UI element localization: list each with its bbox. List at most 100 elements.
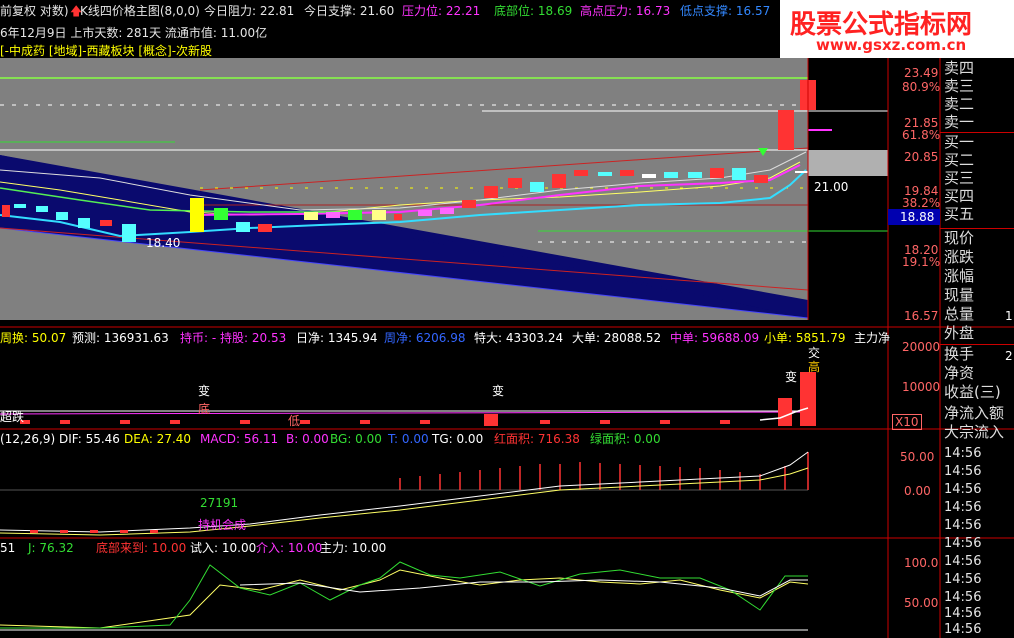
vol-item-3: 日净: 1345.94 bbox=[296, 331, 378, 345]
k-line bbox=[0, 569, 809, 629]
tick-time: 14:56 bbox=[944, 622, 982, 637]
kdj-item-5: 主力: 10.00 bbox=[320, 541, 387, 555]
order-sell-2[interactable]: 卖二 bbox=[944, 96, 974, 113]
macd-item-3: B: 0.00 bbox=[286, 432, 329, 446]
order-buy-4[interactable]: 买四 bbox=[944, 188, 974, 205]
level-note: 21.00 bbox=[814, 180, 849, 194]
green-arrow bbox=[758, 148, 768, 156]
candle bbox=[258, 224, 272, 232]
candle bbox=[348, 210, 362, 220]
macd-axis-label: 0.00 bbox=[904, 484, 931, 498]
volume-info-bar: 周换: 50.07 预测: 136931.63 持币: - 持股: 20.53 … bbox=[0, 331, 891, 345]
dea-line bbox=[0, 467, 809, 536]
price-axis-label: 61.8% bbox=[902, 128, 941, 142]
tick-time: 14:56 bbox=[944, 536, 982, 551]
header-item-6: 高点压力: 16.73 bbox=[580, 4, 671, 18]
vol-item-4: 周净: 6206.98 bbox=[384, 331, 466, 345]
volume-bar bbox=[778, 398, 792, 426]
volume-bar bbox=[484, 414, 498, 426]
price-axis-label: 20.85 bbox=[904, 150, 939, 164]
watermark-logo: 股票公式指标网 www.gsxz.com.cn bbox=[780, 0, 1014, 58]
header-item-2: 今日阻力: 22.81 bbox=[204, 4, 295, 18]
vol-item-1: 预测: 136931.63 bbox=[72, 331, 169, 345]
macd-item-2: MACD: 56.11 bbox=[200, 432, 279, 446]
header-item-7: 低点支撑: 16.57 bbox=[680, 4, 771, 18]
order-sell-1[interactable]: 卖一 bbox=[944, 114, 974, 131]
candle bbox=[122, 224, 136, 242]
stat-turnover: 换手 bbox=[944, 345, 975, 363]
stat-change: 涨跌 bbox=[944, 248, 975, 266]
order-buy-1[interactable]: 买一 bbox=[944, 134, 974, 151]
right-gray-band bbox=[808, 150, 888, 176]
candle bbox=[190, 198, 204, 232]
kdj-item-3: 试入: 10.00 bbox=[190, 541, 257, 555]
tick-time: 14:56 bbox=[944, 590, 982, 605]
candle bbox=[78, 218, 90, 228]
order-buy-2[interactable]: 买二 bbox=[944, 152, 974, 169]
stat-earnings: 收益(三) bbox=[944, 383, 1001, 401]
candle bbox=[14, 204, 26, 208]
vol-axis-label: 20000 bbox=[902, 340, 941, 354]
stat-price: 现价 bbox=[944, 229, 975, 247]
vol-mark: 交 bbox=[808, 346, 821, 360]
candle bbox=[552, 174, 566, 188]
header-item-4: 压力位: 22.21 bbox=[402, 4, 481, 18]
vol-axis-label: 10000 bbox=[902, 380, 941, 394]
kdj-info-bar: 51 J: 76.32 底部来到: 10.00 试入: 10.00 介入: 10… bbox=[0, 541, 888, 555]
candle bbox=[394, 214, 402, 220]
d-line bbox=[239, 579, 808, 597]
order-sell-4[interactable]: 卖四 bbox=[944, 60, 974, 77]
macd-item-8: 绿面积: 0.00 bbox=[590, 432, 661, 446]
order-buy-5[interactable]: 买五 bbox=[944, 206, 974, 223]
header-item-1: K线四价格主图(8,0,0) bbox=[80, 4, 200, 18]
candle bbox=[100, 220, 112, 226]
header-item-5: 底部位: 18.69 bbox=[494, 4, 573, 18]
header-item-3: 今日支撑: 21.60 bbox=[304, 4, 395, 18]
candle bbox=[710, 168, 724, 178]
watermark-url: www.gsxz.com.cn bbox=[816, 36, 967, 54]
tick-time: 14:56 bbox=[944, 446, 982, 461]
stat-net-inflow: 净流入额 bbox=[944, 404, 1005, 422]
macd-info-bar: (12,26,9) DIF: 55.46 DEA: 27.40 MACD: 56… bbox=[0, 432, 888, 446]
order-buy-3[interactable]: 买三 bbox=[944, 170, 974, 187]
vol-item-9: 主力净 bbox=[854, 331, 891, 345]
vol-item-8: 小单: 5851.79 bbox=[764, 331, 846, 345]
vol-item-2: 持币: - 持股: 20.53 bbox=[180, 331, 287, 345]
macd-item-6: TG: 0.00 bbox=[432, 432, 484, 446]
candle bbox=[574, 170, 588, 176]
sector-line: [-中成药 [地域]-西藏板块 [概念]-次新股 bbox=[0, 44, 213, 58]
vol-mark: 高 bbox=[808, 360, 821, 374]
stat-extra-1: 1 bbox=[1005, 309, 1013, 323]
vol-mark: 变 bbox=[198, 384, 211, 398]
vol-mark: 变 bbox=[785, 370, 798, 384]
candle bbox=[530, 182, 544, 192]
macd-axis-label: 50.00 bbox=[900, 450, 935, 464]
tick-time: 14:56 bbox=[944, 464, 982, 479]
tick-time: 14:56 bbox=[944, 500, 982, 515]
low-price-note: 18.40 bbox=[146, 236, 181, 250]
current-price-box: 18.88 bbox=[888, 209, 940, 225]
header-item-0: 前复权 对数) bbox=[0, 4, 69, 18]
order-sell-3[interactable]: 卖三 bbox=[944, 78, 974, 95]
candle bbox=[56, 212, 68, 220]
vol-mark: 低 bbox=[288, 414, 301, 428]
vol-item-5: 特大: 43303.24 bbox=[474, 331, 564, 345]
candle bbox=[36, 206, 48, 212]
current-price: 18.88 bbox=[900, 210, 935, 224]
tick-time: 14:56 bbox=[944, 606, 982, 621]
candle bbox=[754, 175, 768, 183]
macd-item-5: T: 0.00 bbox=[388, 432, 429, 446]
candle bbox=[418, 210, 432, 216]
kdj-item-4: 介入: 10.00 bbox=[256, 541, 323, 555]
kdj-item-0: 51 bbox=[0, 541, 16, 555]
tick-time: 14:56 bbox=[944, 518, 982, 533]
dif-line bbox=[0, 451, 809, 533]
macd-item-1: DEA: 27.40 bbox=[124, 432, 192, 446]
candle bbox=[326, 212, 340, 218]
stock-info-line: 6年12月9日 上市天数: 281天 流通市值: 11.00亿 bbox=[0, 26, 268, 40]
vol-mark: 变 bbox=[492, 384, 505, 398]
kdj-axis-label: 50.00 bbox=[904, 596, 939, 610]
stat-outer-disc: 外盘 bbox=[944, 324, 975, 342]
candle bbox=[664, 172, 678, 178]
candle bbox=[304, 212, 318, 220]
